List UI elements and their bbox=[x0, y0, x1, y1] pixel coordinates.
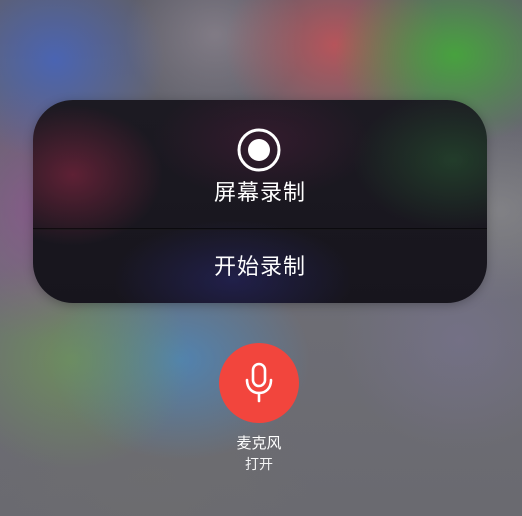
record-icon bbox=[237, 128, 281, 172]
screen-recording-panel: 屏幕录制 开始录制 bbox=[33, 100, 487, 303]
microphone-label: 麦克风 bbox=[236, 434, 282, 452]
panel-title: 屏幕录制 bbox=[213, 181, 306, 206]
start-recording-button[interactable]: 开始录制 bbox=[33, 230, 487, 303]
microphone-toggle-button[interactable] bbox=[219, 343, 299, 423]
panel-header: 屏幕录制 bbox=[33, 100, 487, 228]
start-recording-label: 开始录制 bbox=[213, 255, 306, 280]
microphone-icon bbox=[245, 362, 273, 403]
microphone-status: 打开 bbox=[245, 457, 273, 473]
